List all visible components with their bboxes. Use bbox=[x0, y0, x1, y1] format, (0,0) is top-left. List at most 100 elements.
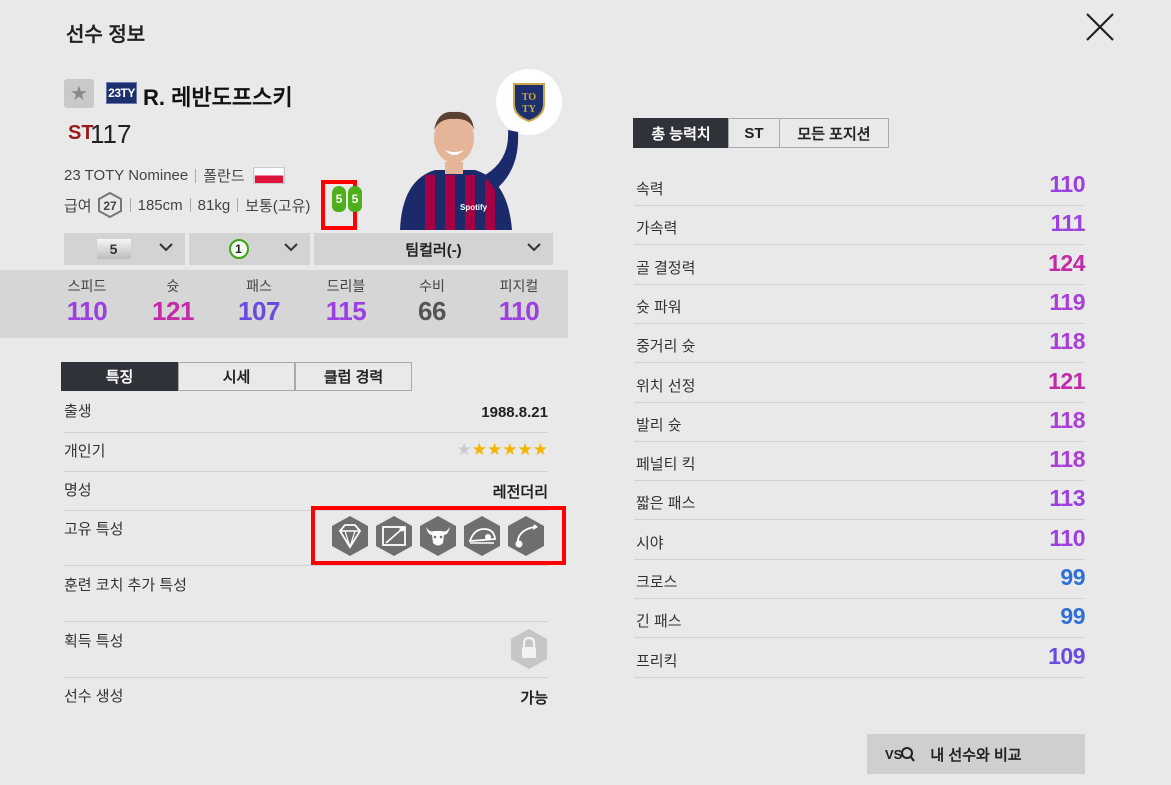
svg-text:VS: VS bbox=[885, 747, 903, 762]
compare-button[interactable]: VS 내 선수와 비교 bbox=[867, 734, 1085, 774]
lock-icon bbox=[511, 629, 547, 669]
team-color-value: 팀컬러(-) bbox=[405, 241, 462, 259]
ability-row: 슛 파워 119 bbox=[634, 285, 1085, 324]
stat-shooting: 슛 121 bbox=[152, 278, 194, 326]
grade-badge: 5 bbox=[96, 239, 131, 259]
ability-name: 프리킥 bbox=[636, 652, 678, 670]
birth-value: 1988.8.21 bbox=[481, 404, 548, 421]
divider bbox=[189, 198, 191, 212]
overall-rating: 117 bbox=[90, 119, 132, 149]
team-color-dropdown[interactable]: 팀컬러(-) bbox=[314, 233, 553, 265]
goal-net-icon[interactable] bbox=[374, 515, 414, 557]
ability-value: 99 bbox=[1060, 603, 1085, 630]
ability-name: 위치 선정 bbox=[636, 377, 696, 395]
ability-value: 124 bbox=[1048, 249, 1085, 276]
body-type: 보통(고유) bbox=[245, 197, 311, 215]
ability-name: 슛 파워 bbox=[636, 298, 682, 316]
tab-club-history[interactable]: 클럽 경력 bbox=[295, 362, 412, 391]
ability-row: 골 결정력 124 bbox=[634, 246, 1085, 285]
close-icon[interactable] bbox=[1083, 10, 1117, 44]
stat-speed: 스피드 110 bbox=[66, 278, 108, 326]
birth-label: 출생 bbox=[64, 403, 92, 420]
divider bbox=[195, 168, 197, 183]
traits-label: 고유 특성 bbox=[64, 521, 124, 538]
acquired-traits-label: 획득 특성 bbox=[64, 633, 124, 650]
ability-name: 발리 슛 bbox=[636, 416, 682, 434]
physical-info: 급여 27 185cm 81kg 보통(고유) bbox=[64, 192, 310, 218]
star-icon: ★ bbox=[487, 440, 503, 459]
coach-traits-label: 훈련 코치 추가 특성 bbox=[64, 577, 187, 594]
ability-row: 짧은 패스 113 bbox=[634, 481, 1085, 521]
skill-label: 개인기 bbox=[64, 443, 106, 460]
ability-value: 109 bbox=[1048, 642, 1085, 669]
chevron-down-icon bbox=[527, 243, 541, 252]
skill-row: 개인기 ★★★★★★ bbox=[64, 440, 548, 472]
ability-name: 짧은 패스 bbox=[636, 495, 696, 513]
ability-value: 110 bbox=[1049, 171, 1085, 197]
ability-value: 118 bbox=[1049, 406, 1085, 433]
ability-row: 시야 110 bbox=[634, 521, 1085, 560]
height: 185cm bbox=[137, 196, 183, 214]
svg-text:Spotify: Spotify bbox=[460, 203, 488, 212]
stat-physical: 피지컬 110 bbox=[498, 278, 540, 326]
ability-row: 페널티 킥 118 bbox=[634, 442, 1085, 482]
left-foot-icon: 5 bbox=[332, 186, 346, 212]
ability-name: 페널티 킥 bbox=[636, 456, 696, 474]
vs-search-icon: VS bbox=[885, 747, 915, 762]
traits-list bbox=[330, 515, 546, 557]
salary-label: 급여 bbox=[64, 197, 92, 215]
ability-value: 118 bbox=[1049, 446, 1085, 473]
creatable-label: 선수 생성 bbox=[64, 688, 124, 705]
coach-traits-row: 훈련 코치 추가 특성 bbox=[64, 574, 548, 622]
ability-name: 시야 bbox=[636, 534, 664, 552]
player-name: R. 레반도프스키 bbox=[143, 85, 293, 110]
tab-all-positions[interactable]: 모든 포지션 bbox=[779, 118, 889, 148]
level-badge: 1 bbox=[228, 239, 249, 259]
divider bbox=[237, 198, 239, 212]
tab-st[interactable]: ST bbox=[728, 118, 780, 148]
ability-row: 중거리 슛 118 bbox=[634, 324, 1085, 364]
chevron-down-icon bbox=[284, 243, 298, 252]
svg-text:TY: TY bbox=[522, 104, 537, 115]
grade-dropdown[interactable]: 5 bbox=[64, 233, 185, 265]
poland-flag-icon bbox=[252, 167, 285, 184]
svg-text:TO: TO bbox=[522, 92, 536, 103]
divider bbox=[129, 198, 131, 212]
salary-badge: 27 bbox=[97, 192, 123, 218]
foot-ability: 5 5 bbox=[332, 186, 362, 212]
stat-defending: 수비 66 bbox=[418, 278, 446, 326]
ability-row: 위치 선정 121 bbox=[634, 364, 1085, 403]
tab-features[interactable]: 특징 bbox=[61, 362, 178, 391]
ability-row: 속력 110 bbox=[634, 167, 1085, 206]
acquired-traits-row: 획득 특성 bbox=[64, 630, 548, 678]
star-icon: ★ bbox=[517, 440, 533, 459]
tab-price[interactable]: 시세 bbox=[178, 362, 295, 391]
player-photo: Spotify bbox=[400, 111, 519, 230]
star-icon: ★ bbox=[471, 440, 487, 459]
speed-dribble-icon[interactable] bbox=[462, 515, 502, 557]
ability-row: 프리킥 109 bbox=[634, 639, 1085, 678]
level-dropdown[interactable]: 1 bbox=[189, 233, 310, 265]
tab-total-abilities[interactable]: 총 능력치 bbox=[633, 118, 729, 148]
salary-value: 27 bbox=[103, 199, 117, 213]
skill-stars: ★★★★★★ bbox=[457, 440, 549, 460]
ability-name: 골 결정력 bbox=[636, 259, 696, 277]
card-name: 23 TOTY Nominee bbox=[64, 167, 189, 184]
diamond-icon[interactable] bbox=[330, 515, 370, 557]
page-title: 선수 정보 bbox=[66, 24, 146, 46]
ability-value: 113 bbox=[1049, 485, 1085, 512]
ability-row: 크로스 99 bbox=[634, 560, 1085, 599]
star-icon: ★ bbox=[532, 440, 548, 459]
curl-shot-icon[interactable] bbox=[506, 515, 546, 557]
favorite-star-icon[interactable]: ★ bbox=[64, 79, 94, 108]
stat-dribbling: 드리블 115 bbox=[325, 278, 367, 326]
bull-icon[interactable] bbox=[418, 515, 458, 557]
reputation-value: 레전더리 bbox=[492, 484, 548, 501]
creatable-value: 가능 bbox=[520, 690, 548, 707]
ability-row: 가속력 111 bbox=[634, 206, 1086, 246]
reputation-label: 명성 bbox=[64, 482, 92, 499]
ability-name: 크로스 bbox=[636, 574, 678, 591]
stat-passing: 패스 107 bbox=[238, 278, 280, 326]
ability-value: 121 bbox=[1048, 367, 1085, 394]
star-icon: ★ bbox=[502, 440, 518, 459]
